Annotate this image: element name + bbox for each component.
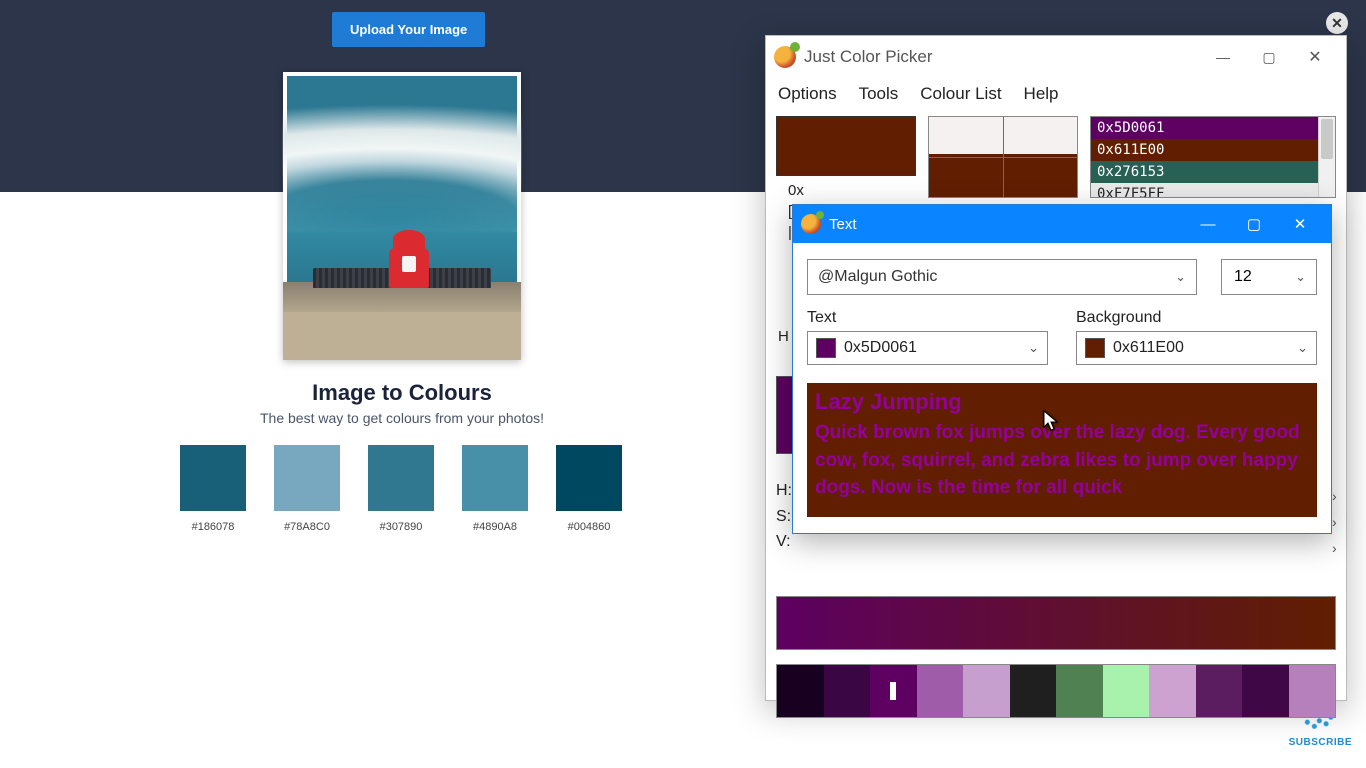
color-list-box[interactable]: 0x5D00610x611E000x2761530xF7F5FF: [1090, 116, 1336, 198]
v-label: V:: [776, 529, 792, 555]
readout-line: 0x: [788, 180, 904, 201]
zoom-preview: [928, 116, 1078, 198]
chevron-down-icon: ⌄: [1028, 340, 1039, 356]
swatch-box: [180, 445, 246, 511]
palette-swatch[interactable]: #78A8C0: [274, 445, 340, 533]
minimize-button[interactable]: —: [1185, 209, 1231, 239]
font-value: @Malgun Gothic: [818, 268, 937, 286]
variation-swatch[interactable]: [1010, 665, 1057, 717]
swatch-label: #186078: [192, 521, 235, 533]
swatch-label: #78A8C0: [284, 521, 330, 533]
text-dialog-title: Text: [829, 216, 857, 233]
format-row: H: [778, 328, 789, 345]
gradient-strip[interactable]: [776, 596, 1336, 650]
bg-color-swatch: [1085, 338, 1105, 358]
page-title: Image to Colours: [0, 380, 804, 406]
jcp-title: Just Color Picker: [804, 47, 1200, 67]
swatch-label: #307890: [380, 521, 423, 533]
swatch-box: [462, 445, 528, 511]
variation-swatch[interactable]: [1149, 665, 1196, 717]
bg-color-select[interactable]: 0x611E00 ⌄: [1076, 331, 1317, 365]
close-icon[interactable]: ✕: [1326, 12, 1348, 34]
current-color-swatch: [776, 116, 916, 176]
color-list-item[interactable]: 0xF7F5FF: [1091, 183, 1335, 198]
chevron-right-icon[interactable]: ›: [1332, 540, 1342, 556]
palette-swatch[interactable]: #4890A8: [462, 445, 528, 533]
variation-swatches[interactable]: [776, 664, 1336, 718]
uploaded-image: [283, 72, 521, 360]
palette-row: #186078 #78A8C0 #307890 #4890A8 #004860: [180, 445, 622, 533]
menu-tools[interactable]: Tools: [859, 84, 899, 104]
preview-heading: Lazy Jumping: [815, 389, 1309, 415]
variation-swatch[interactable]: [963, 665, 1010, 717]
preview-body: Quick brown fox jumps over the lazy dog.…: [815, 419, 1309, 502]
jcp-titlebar[interactable]: Just Color Picker — ▢ ✕: [766, 36, 1346, 78]
font-select[interactable]: @Malgun Gothic ⌄: [807, 259, 1197, 295]
palette-swatch[interactable]: #004860: [556, 445, 622, 533]
jcp-menubar: Options Tools Colour List Help: [766, 78, 1346, 114]
palette-swatch[interactable]: #307890: [368, 445, 434, 533]
h-label: H:: [776, 478, 792, 504]
variation-swatch[interactable]: [1242, 665, 1289, 717]
bg-color-label: Background: [1076, 309, 1317, 327]
crosshair-h: [929, 157, 1077, 158]
text-color-label: Text: [807, 309, 1048, 327]
minimize-button[interactable]: —: [1200, 42, 1246, 72]
text-preview: Lazy Jumping Quick brown fox jumps over …: [807, 383, 1317, 517]
variation-swatch[interactable]: [1196, 665, 1243, 717]
chameleon-icon: [774, 46, 796, 68]
close-button[interactable]: ✕: [1292, 42, 1338, 72]
chameleon-icon: [801, 214, 821, 234]
s-label: S:: [776, 504, 792, 530]
maximize-button[interactable]: ▢: [1246, 42, 1292, 72]
close-glyph: ✕: [1331, 15, 1343, 32]
chevron-right-icon[interactable]: ›: [1332, 488, 1342, 504]
subscribe-watermark: SUBSCRIBE: [1289, 713, 1352, 748]
swatch-box: [556, 445, 622, 511]
variation-swatch[interactable]: [1056, 665, 1103, 717]
swatch-box: [368, 445, 434, 511]
scrollbar[interactable]: [1318, 117, 1335, 197]
swatch-label: #004860: [568, 521, 611, 533]
menu-colour-list[interactable]: Colour List: [920, 84, 1001, 104]
variation-swatch[interactable]: [777, 665, 824, 717]
variation-swatch[interactable]: [917, 665, 964, 717]
menu-help[interactable]: Help: [1024, 84, 1059, 104]
photo-pier: [283, 282, 521, 360]
chevron-down-icon: ⌄: [1295, 269, 1306, 285]
photo-wave: [283, 92, 521, 232]
bg-color-value: 0x611E00: [1113, 339, 1184, 357]
palette-swatch[interactable]: #186078: [180, 445, 246, 533]
size-select[interactable]: 12 ⌄: [1221, 259, 1317, 295]
upload-button[interactable]: Upload Your Image: [332, 12, 485, 47]
color-list-item[interactable]: 0x611E00: [1091, 139, 1335, 161]
variation-swatch[interactable]: [1289, 665, 1336, 717]
maximize-button[interactable]: ▢: [1231, 209, 1277, 239]
page-subtitle: The best way to get colours from your ph…: [0, 410, 804, 426]
text-color-swatch: [816, 338, 836, 358]
scrollbar-thumb[interactable]: [1321, 119, 1333, 159]
size-value: 12: [1234, 268, 1252, 286]
close-button[interactable]: ✕: [1277, 209, 1323, 239]
text-color-value: 0x5D0061: [844, 339, 917, 357]
chevron-down-icon: ⌄: [1175, 269, 1186, 285]
swatch-label: #4890A8: [473, 521, 517, 533]
variation-swatch[interactable]: [870, 665, 917, 717]
variation-swatch[interactable]: [824, 665, 871, 717]
text-color-select[interactable]: 0x5D0061 ⌄: [807, 331, 1048, 365]
subscribe-label: SUBSCRIBE: [1289, 737, 1352, 748]
photo-lighthouse: [389, 248, 429, 288]
chevron-down-icon: ⌄: [1297, 340, 1308, 356]
menu-options[interactable]: Options: [778, 84, 837, 104]
color-list-item[interactable]: 0x276153: [1091, 161, 1335, 183]
text-dialog-titlebar[interactable]: Text — ▢ ✕: [793, 205, 1331, 243]
hsv-labels: H: S: V:: [776, 478, 792, 555]
color-list-item[interactable]: 0x5D0061: [1091, 117, 1335, 139]
text-dialog: Text — ▢ ✕ @Malgun Gothic ⌄ 12 ⌄ Text 0x…: [792, 204, 1332, 534]
chevron-right-icon[interactable]: ›: [1332, 514, 1342, 530]
swatch-box: [274, 445, 340, 511]
variation-swatch[interactable]: [1103, 665, 1150, 717]
